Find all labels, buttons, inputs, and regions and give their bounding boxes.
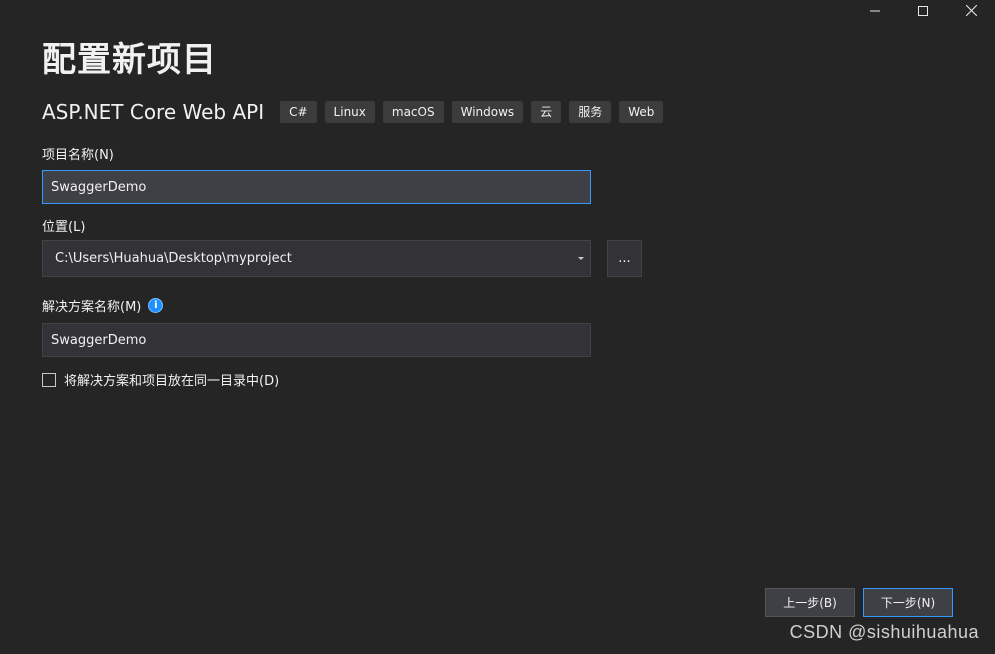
same-directory-option: 将解决方案和项目放在同一目录中(D) bbox=[42, 370, 279, 389]
maximize-button[interactable] bbox=[899, 0, 947, 20]
minimize-icon bbox=[870, 1, 880, 20]
close-button[interactable] bbox=[947, 0, 995, 20]
back-button[interactable]: 上一步(B) bbox=[765, 588, 855, 617]
next-button[interactable]: 下一步(N) bbox=[863, 588, 953, 617]
tag-linux: Linux bbox=[324, 101, 375, 123]
solution-name-label-row: 解决方案名称(M) i bbox=[42, 296, 164, 315]
solution-name-input[interactable] bbox=[42, 323, 591, 357]
minimize-button[interactable] bbox=[851, 0, 899, 20]
project-name-input[interactable] bbox=[42, 170, 591, 204]
solution-name-label: 解决方案名称(M) bbox=[42, 300, 142, 315]
maximize-icon bbox=[918, 1, 928, 20]
close-icon bbox=[965, 1, 977, 20]
tag-service: 服务 bbox=[569, 101, 612, 123]
window-controls bbox=[851, 0, 995, 20]
configure-project-window: 配置新项目 ASP.NET Core Web API C# Linux macO… bbox=[0, 0, 995, 654]
location-label: 位置(L) bbox=[42, 220, 86, 235]
page-title: 配置新项目 bbox=[42, 40, 217, 80]
same-directory-checkbox[interactable] bbox=[42, 372, 56, 387]
tag-macos: macOS bbox=[382, 101, 444, 123]
project-name-label: 项目名称(N) bbox=[42, 148, 114, 163]
tag-csharp: C# bbox=[280, 101, 317, 123]
tag-windows: Windows bbox=[451, 101, 524, 123]
browse-button[interactable]: ... bbox=[607, 240, 642, 277]
location-value: C:\Users\Huahua\Desktop\myproject bbox=[55, 251, 292, 266]
template-name: ASP.NET Core Web API bbox=[42, 100, 265, 124]
same-directory-label[interactable]: 将解决方案和项目放在同一目录中(D) bbox=[64, 370, 279, 389]
dropdown-caret-icon bbox=[578, 257, 584, 260]
watermark-text: CSDN @sishuihuahua bbox=[789, 622, 979, 642]
tag-web: Web bbox=[619, 101, 664, 123]
template-header: ASP.NET Core Web API C# Linux macOS Wind… bbox=[42, 100, 671, 124]
info-icon[interactable]: i bbox=[148, 298, 164, 313]
tag-cloud: 云 bbox=[531, 101, 562, 123]
location-combobox[interactable]: C:\Users\Huahua\Desktop\myproject bbox=[42, 240, 591, 277]
